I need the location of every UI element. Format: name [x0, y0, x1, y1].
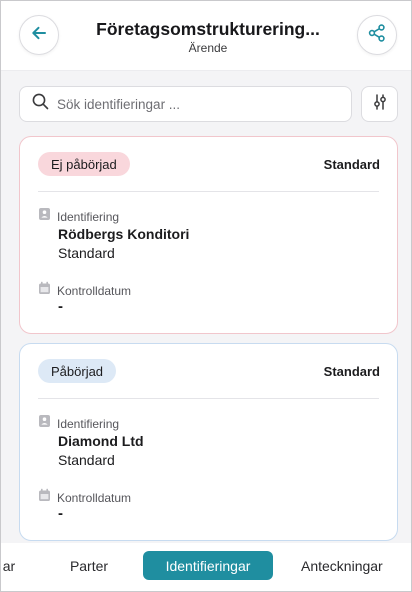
identification-card[interactable]: Ej påbörjad Standard Identifiering Rödbe… [19, 136, 398, 334]
control-date-value: - [58, 298, 63, 315]
search-icon [32, 93, 49, 115]
share-button[interactable] [357, 15, 397, 55]
filter-button[interactable] [361, 86, 398, 122]
share-icon [367, 23, 387, 48]
search-input[interactable] [57, 96, 337, 112]
id-card-icon [38, 414, 51, 433]
calendar-icon [38, 281, 51, 300]
page-title: Företagsomstrukturering... [96, 19, 320, 39]
identification-type: Standard [58, 245, 115, 261]
card-type-label: Standard [323, 157, 380, 172]
tab-parter[interactable]: Parter [56, 551, 122, 580]
sliders-icon [371, 93, 389, 116]
card-type-label: Standard [323, 364, 380, 379]
identification-field: Identifiering [38, 414, 119, 433]
calendar-icon [38, 488, 51, 507]
control-date-field: Kontrolldatum [38, 488, 131, 507]
control-date-value: - [58, 505, 63, 522]
id-card-icon [38, 207, 51, 226]
tab-identifieringar[interactable]: Identifieringar [143, 551, 273, 580]
tab-partial[interactable]: ar [1, 551, 27, 580]
divider [38, 398, 379, 399]
app-header: Företagsomstrukturering... Ärende [1, 1, 411, 71]
arrow-left-icon [30, 24, 48, 47]
identification-field: Identifiering [38, 207, 119, 226]
back-button[interactable] [19, 15, 59, 55]
identification-label: Identifiering [57, 416, 120, 431]
control-date-field: Kontrolldatum [38, 281, 131, 300]
identification-name: Diamond Ltd [58, 433, 144, 449]
control-date-label: Kontrolldatum [57, 490, 132, 505]
identification-type: Standard [58, 452, 115, 468]
status-badge: Ej påbörjad [38, 152, 130, 176]
identification-name: Rödbergs Konditori [58, 226, 190, 242]
identification-card[interactable]: Påbörjad Standard Identifiering Diamond … [19, 343, 398, 541]
search-box[interactable] [19, 86, 352, 122]
bottom-tab-bar: ar Parter Identifieringar Anteckningar [1, 543, 411, 591]
app-frame: Företagsomstrukturering... Ärende Sök id… [0, 0, 412, 592]
tab-anteckningar[interactable]: Anteckningar [301, 551, 411, 580]
identification-label: Identifiering [57, 209, 120, 224]
control-date-label: Kontrolldatum [57, 283, 132, 298]
page-subtitle: Ärende [188, 41, 228, 55]
divider [38, 191, 379, 192]
status-badge: Påbörjad [38, 359, 117, 383]
